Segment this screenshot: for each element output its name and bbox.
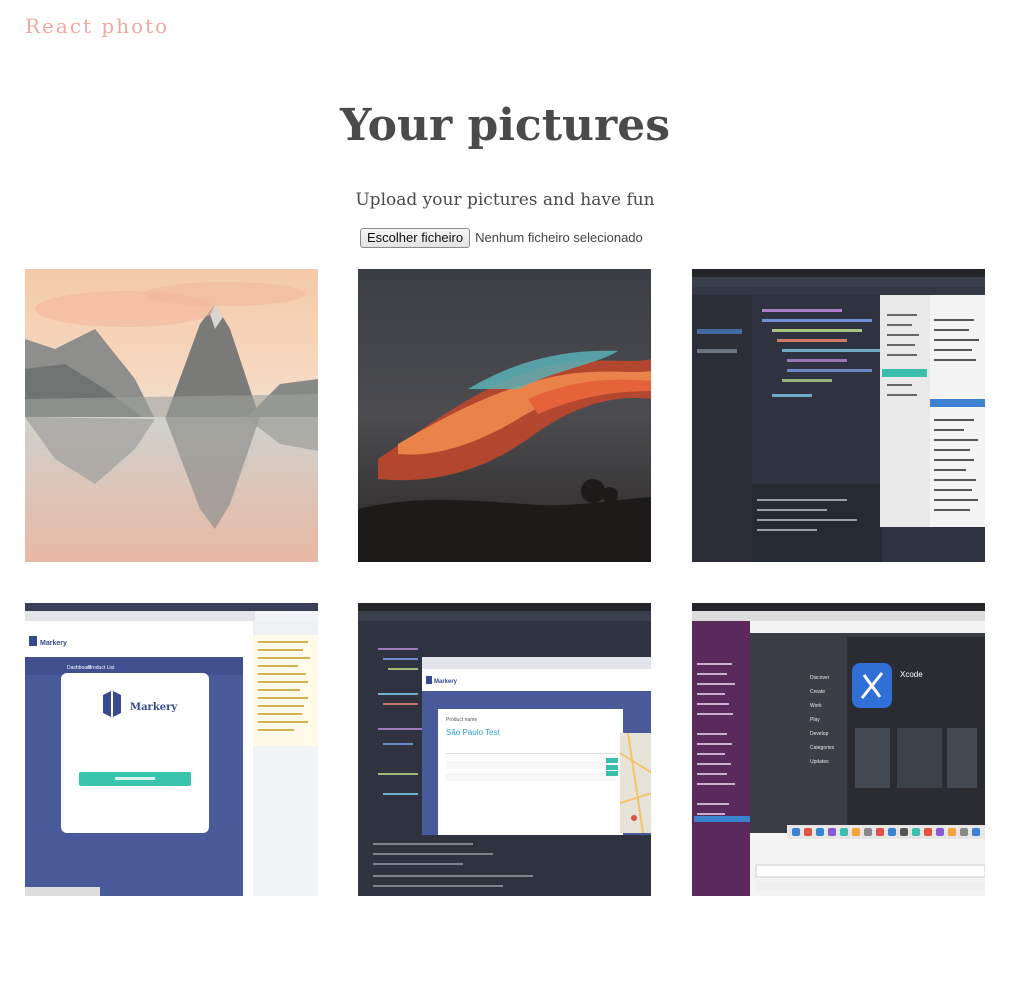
sunset-image — [358, 269, 651, 562]
markery-card-logo: Markery — [130, 702, 178, 713]
appstore-xcode-screenshot: Discover Create Work Play Develop Catego… — [692, 603, 985, 896]
choose-file-button[interactable]: Escolher ficheiro — [360, 228, 471, 248]
photo-tile-appstore-xcode[interactable]: Discover Create Work Play Develop Catego… — [692, 603, 985, 896]
appstore-nav-discover: Discover — [810, 675, 830, 681]
markery-login-screenshot: Markery Dashboard Product List Markery — [25, 603, 318, 896]
appstore-nav-categories: Categories — [810, 745, 835, 751]
markery-product-logo: Markery — [434, 679, 458, 685]
product-name-value: São Paulo Test — [446, 728, 500, 737]
product-name-label: Product name — [446, 717, 477, 723]
markery-nav-logo: Markery — [40, 640, 67, 647]
appstore-nav-create: Create — [810, 689, 825, 695]
appstore-nav-work: Work — [810, 703, 822, 709]
appstore-nav-develop: Develop — [810, 731, 829, 737]
appstore-nav-play: Play — [810, 717, 820, 723]
markery-nav-product-list: Product List — [88, 665, 115, 671]
mountain-lake-image — [25, 269, 318, 562]
photo-tile-code-editor[interactable] — [692, 269, 985, 562]
code-editor-screenshot — [692, 269, 985, 562]
page-subtitle: Upload your pictures and have fun — [355, 190, 655, 210]
photo-tile-markery-login[interactable]: Markery Dashboard Product List Markery — [25, 603, 318, 896]
brand-logo-text[interactable]: React photo — [25, 14, 169, 38]
photo-tile-markery-product[interactable]: Markery Product name São Paulo Test — [358, 603, 651, 896]
markery-product-screenshot: Markery Product name São Paulo Test — [358, 603, 651, 896]
xcode-app-title: Xcode — [900, 670, 923, 679]
appstore-nav-updates: Updates — [810, 759, 829, 765]
page-title: Your pictures — [340, 100, 670, 151]
file-status-text: Nenhum ficheiro selecionado — [475, 230, 643, 245]
photo-tile-mountain-lake[interactable] — [25, 269, 318, 562]
file-upload-input[interactable]: Escolher ficheiro Nenhum ficheiro seleci… — [360, 228, 643, 248]
photo-tile-sunset[interactable] — [358, 269, 651, 562]
